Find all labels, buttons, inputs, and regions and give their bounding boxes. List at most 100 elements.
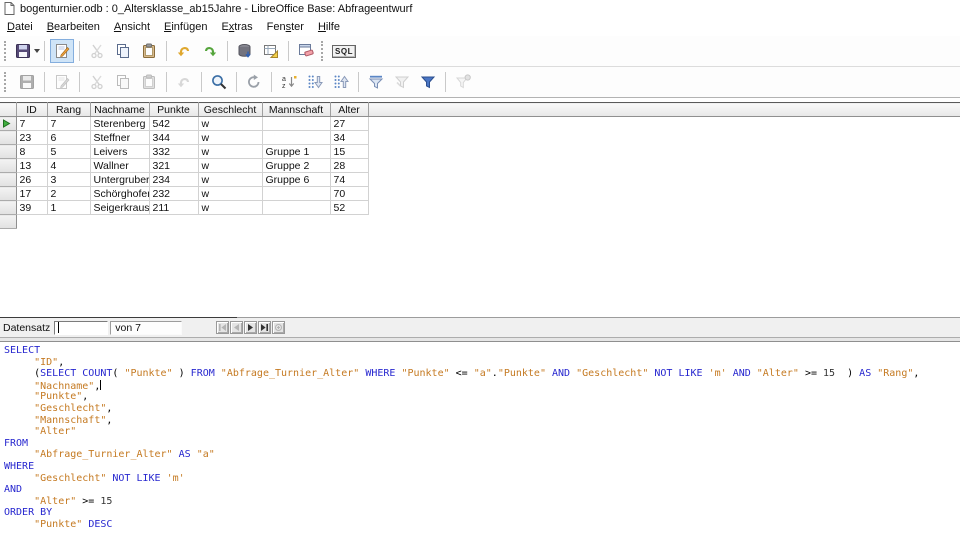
row-header[interactable] <box>0 201 16 215</box>
apply-filter-button[interactable] <box>390 70 414 94</box>
table-cell[interactable]: 8 <box>16 145 47 159</box>
table-cell[interactable]: Gruppe 1 <box>262 145 330 159</box>
sql-view-button[interactable]: SQL <box>332 39 356 63</box>
table-cell[interactable] <box>262 131 330 145</box>
paste-button[interactable] <box>137 39 161 63</box>
table-cell[interactable]: 28 <box>330 159 368 173</box>
paste-data-button[interactable] <box>137 70 161 94</box>
table-cell[interactable]: 344 <box>149 131 198 145</box>
redo-button[interactable] <box>198 39 222 63</box>
save-button[interactable] <box>15 39 39 63</box>
table-cell[interactable]: 2 <box>47 187 90 201</box>
sql-editor[interactable]: SELECT "ID", (SELECT COUNT( "Punkte" ) F… <box>0 342 960 547</box>
toolbar-grip-handle[interactable] <box>4 41 9 61</box>
column-header-mannschaft[interactable]: Mannschaft <box>262 103 330 117</box>
table-cell[interactable]: 13 <box>16 159 47 173</box>
table-cell[interactable]: Leivers <box>90 145 149 159</box>
clear-query-button[interactable] <box>294 39 318 63</box>
table-cell[interactable]: Sterenberg <box>90 117 149 131</box>
table-cell[interactable]: 232 <box>149 187 198 201</box>
cut-data-button[interactable] <box>85 70 109 94</box>
row-header[interactable] <box>0 159 16 173</box>
table-cell[interactable]: w <box>198 131 262 145</box>
table-cell[interactable]: Untergruber <box>90 173 149 187</box>
next-record-button[interactable] <box>244 321 257 334</box>
table-cell[interactable]: Steffner <box>90 131 149 145</box>
result-table[interactable]: IDRangNachnamePunkteGeschlechtMannschaft… <box>0 102 960 229</box>
table-cell[interactable]: 321 <box>149 159 198 173</box>
standard-filter-button[interactable] <box>416 70 440 94</box>
reset-filter-button[interactable] <box>451 70 475 94</box>
table-cell[interactable]: w <box>198 145 262 159</box>
copy-button[interactable] <box>111 39 135 63</box>
table-cell[interactable]: w <box>198 159 262 173</box>
sort-button[interactable]: az <box>277 70 301 94</box>
save-record-button[interactable] <box>15 70 39 94</box>
column-header-geschlecht[interactable]: Geschlecht <box>198 103 262 117</box>
menu-extras[interactable]: Extras <box>214 19 259 35</box>
table-cell[interactable]: 7 <box>47 117 90 131</box>
table-cell[interactable]: Gruppe 6 <box>262 173 330 187</box>
undo-button[interactable] <box>172 39 196 63</box>
new-record-button[interactable] <box>272 321 285 334</box>
column-header-nachname[interactable]: Nachname <box>90 103 149 117</box>
cut-button[interactable] <box>85 39 109 63</box>
column-header-punkte[interactable]: Punkte <box>149 103 198 117</box>
last-record-button[interactable] <box>258 321 271 334</box>
find-record-button[interactable] <box>207 70 231 94</box>
row-header[interactable] <box>0 131 16 145</box>
table-cell[interactable]: 26 <box>16 173 47 187</box>
table-cell[interactable]: 3 <box>47 173 90 187</box>
menu-datei[interactable]: Datei <box>0 19 40 35</box>
table-cell[interactable] <box>262 201 330 215</box>
table-cell[interactable]: Wallner <box>90 159 149 173</box>
column-header-id[interactable]: ID <box>16 103 47 117</box>
table-cell[interactable]: 17 <box>16 187 47 201</box>
menu-hilfe[interactable]: Hilfe <box>311 19 347 35</box>
table-cell[interactable]: 74 <box>330 173 368 187</box>
record-number-input[interactable] <box>54 321 108 335</box>
table-cell[interactable]: Seigerkraus <box>90 201 149 215</box>
sort-descending-button[interactable] <box>303 70 327 94</box>
row-header[interactable] <box>0 173 16 187</box>
previous-record-button[interactable] <box>230 321 243 334</box>
table-cell[interactable]: Schörghofer <box>90 187 149 201</box>
menu-bearbeiten[interactable]: Bearbeiten <box>40 19 107 35</box>
sort-ascending-button[interactable] <box>329 70 353 94</box>
design-view-button[interactable] <box>259 39 283 63</box>
table-cell[interactable]: Gruppe 2 <box>262 159 330 173</box>
dropdown-arrow-icon[interactable] <box>34 49 40 53</box>
table-cell[interactable]: 6 <box>47 131 90 145</box>
first-record-button[interactable] <box>216 321 229 334</box>
copy-data-button[interactable] <box>111 70 135 94</box>
table-cell[interactable]: 211 <box>149 201 198 215</box>
table-cell[interactable]: 27 <box>330 117 368 131</box>
table-cell[interactable]: w <box>198 173 262 187</box>
refresh-button[interactable] <box>242 70 266 94</box>
menu-einfgen[interactable]: Einfügen <box>157 19 214 35</box>
toolbar-grip-handle[interactable] <box>321 41 326 61</box>
table-cell[interactable]: 7 <box>16 117 47 131</box>
table-cell[interactable]: 52 <box>330 201 368 215</box>
table-cell[interactable]: 5 <box>47 145 90 159</box>
table-cell[interactable]: w <box>198 117 262 131</box>
table-cell[interactable]: 15 <box>330 145 368 159</box>
column-header-rang[interactable]: Rang <box>47 103 90 117</box>
edit-mode-button[interactable] <box>50 39 74 63</box>
table-cell[interactable]: 23 <box>16 131 47 145</box>
table-cell[interactable]: 34 <box>330 131 368 145</box>
row-header[interactable] <box>0 117 16 131</box>
autofilter-button[interactable] <box>364 70 388 94</box>
table-cell[interactable]: w <box>198 187 262 201</box>
table-cell[interactable]: 234 <box>149 173 198 187</box>
undo-data-button[interactable] <box>172 70 196 94</box>
table-cell[interactable] <box>262 117 330 131</box>
menu-fenster[interactable]: Fenster <box>260 19 311 35</box>
table-cell[interactable]: 332 <box>149 145 198 159</box>
table-cell[interactable] <box>262 187 330 201</box>
row-header[interactable] <box>0 145 16 159</box>
table-cell[interactable]: 39 <box>16 201 47 215</box>
table-cell[interactable]: 1 <box>47 201 90 215</box>
column-header-alter[interactable]: Alter <box>330 103 368 117</box>
table-cell[interactable]: 542 <box>149 117 198 131</box>
